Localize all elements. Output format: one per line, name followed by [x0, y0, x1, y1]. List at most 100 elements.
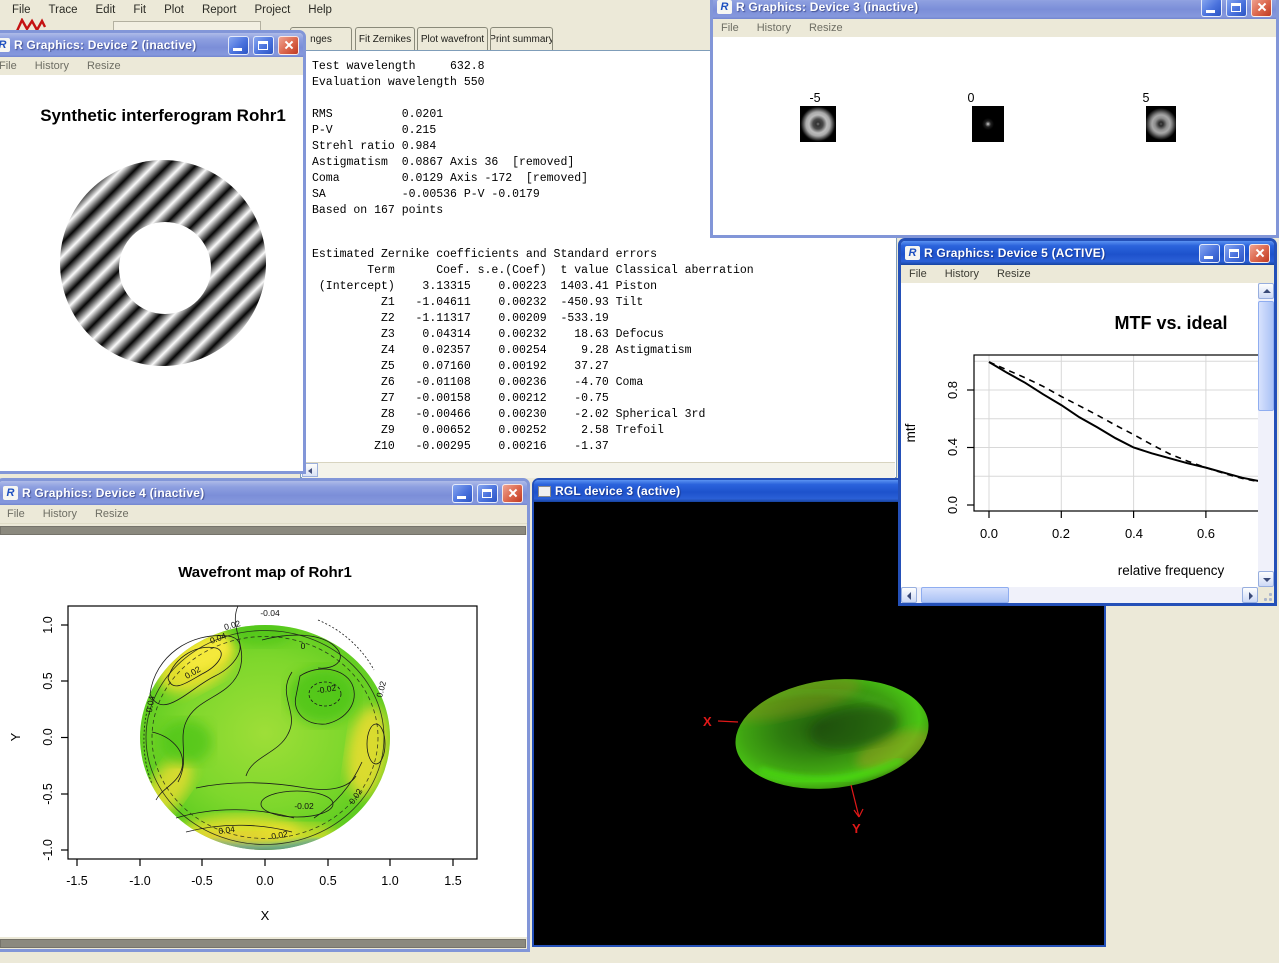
close-button[interactable]: [1251, 0, 1272, 17]
maximize-button[interactable]: [1226, 0, 1247, 17]
menu-item-report[interactable]: Report: [194, 2, 245, 18]
maximize-button[interactable]: [253, 36, 274, 55]
device5-titlebar[interactable]: R R Graphics: Device 5 (ACTIVE): [901, 241, 1274, 265]
resize-grip[interactable]: [1258, 587, 1274, 603]
scroll-up-button[interactable]: [1258, 283, 1274, 299]
minimize-button[interactable]: [228, 36, 249, 55]
device5-menu-file[interactable]: File: [909, 268, 927, 280]
x-tick: -1.0: [129, 874, 151, 888]
scroll-down-button[interactable]: [1258, 571, 1274, 587]
star-test-label-0: 0: [955, 91, 987, 105]
x-tick: -0.5: [191, 874, 213, 888]
device4-bottom-scrollbar[interactable]: [0, 939, 526, 948]
maximize-button[interactable]: [1224, 244, 1245, 263]
rgl-window-icon: [538, 486, 551, 497]
device2-canvas: Synthetic interferogram Rohr1: [0, 75, 303, 471]
close-icon: [1256, 1, 1268, 13]
close-button[interactable]: [1249, 244, 1270, 263]
y-tick: 0.8: [945, 381, 960, 399]
vertical-scroll-thumb[interactable]: [1258, 301, 1274, 411]
device2-menu-resize[interactable]: Resize: [87, 60, 121, 72]
device5-canvas: MTF vs. ideal: [901, 283, 1258, 587]
tab-fit-zernikes[interactable]: Fit Zernikes: [355, 27, 415, 50]
device2-title: R Graphics: Device 2 (inactive): [14, 38, 224, 52]
report-horizontal-scrollbar[interactable]: [302, 462, 895, 478]
close-icon: [283, 39, 295, 51]
tab-plot-wavefront[interactable]: Plot wavefront: [417, 27, 488, 50]
arrow-up-icon: [1263, 289, 1271, 293]
device5-menu-history[interactable]: History: [945, 268, 979, 280]
scroll-left-button[interactable]: [901, 587, 917, 603]
device3-title: R Graphics: Device 3 (inactive): [736, 0, 1197, 14]
desktop: File Trace Edit Fit Plot Report Project …: [0, 0, 1279, 963]
device3-menu-resize[interactable]: Resize: [809, 22, 843, 34]
device4-canvas: Wavefront map of Rohr1: [0, 535, 527, 937]
close-button[interactable]: [502, 484, 523, 503]
x-axis-label: X: [261, 908, 270, 923]
window-device2: R R Graphics: Device 2 (inactive) File H…: [0, 30, 306, 474]
device3-titlebar[interactable]: R R Graphics: Device 3 (inactive): [713, 0, 1276, 19]
device3-menu-file[interactable]: File: [721, 22, 739, 34]
r-logo-icon: R: [905, 246, 920, 260]
x-tick: 1.0: [381, 874, 398, 888]
wavefront-map-plot: Wavefront map of Rohr1: [0, 536, 524, 936]
tab-print-summary[interactable]: Print summary: [490, 27, 553, 50]
close-icon: [1254, 247, 1266, 259]
maximize-icon: [1229, 249, 1239, 258]
scroll-right-button[interactable]: [1242, 587, 1258, 603]
window-device4: R R Graphics: Device 4 (inactive) File H…: [0, 478, 530, 952]
device2-menu-history[interactable]: History: [35, 60, 69, 72]
menu-item-trace[interactable]: Trace: [41, 2, 86, 18]
maximize-icon: [258, 41, 268, 50]
maximize-button[interactable]: [477, 484, 498, 503]
x-tick: 0.2: [1052, 526, 1070, 541]
x-tick: 1.5: [444, 874, 461, 888]
y-axis-label: Y: [852, 821, 861, 836]
menu-item-edit[interactable]: Edit: [88, 2, 124, 18]
x-tick: 0.6: [1197, 526, 1215, 541]
menu-item-help[interactable]: Help: [300, 2, 340, 18]
x-tick: 0.0: [256, 874, 273, 888]
close-button[interactable]: [278, 36, 299, 55]
wavefront-disc: -0.04 0.02 0.04 0 0.02 -0.02 -0.04 0.02 …: [134, 606, 394, 850]
window-device3: R R Graphics: Device 3 (inactive) File H…: [710, 0, 1279, 238]
vertical-scrollbar[interactable]: [1258, 283, 1274, 587]
maximize-icon: [482, 489, 492, 498]
menu-item-plot[interactable]: Plot: [156, 2, 192, 18]
device3-menu-history[interactable]: History: [757, 22, 791, 34]
device4-title: R Graphics: Device 4 (inactive): [22, 486, 448, 500]
arrow-left-icon: [308, 468, 312, 474]
close-icon: [507, 487, 519, 499]
wavefront-disc-3d: [720, 666, 937, 800]
window-device5: R R Graphics: Device 5 (ACTIVE) File His…: [898, 238, 1277, 606]
r-logo-icon: R: [717, 0, 732, 14]
menu-item-project[interactable]: Project: [246, 2, 298, 18]
mtf-title: MTF vs. ideal: [1114, 313, 1227, 333]
wavefront-title: Wavefront map of Rohr1: [178, 564, 352, 581]
horizontal-scrollbar[interactable]: [901, 587, 1258, 603]
x-axis-label: relative frequency: [1118, 563, 1225, 578]
device4-titlebar[interactable]: R R Graphics: Device 4 (inactive): [0, 481, 527, 505]
device4-menubar: File History Resize: [0, 505, 527, 524]
device5-menu-resize[interactable]: Resize: [997, 268, 1031, 280]
device2-titlebar[interactable]: R R Graphics: Device 2 (inactive): [0, 33, 303, 57]
device4-menu-file[interactable]: File: [7, 508, 25, 520]
device4-menu-history[interactable]: History: [43, 508, 77, 520]
device2-menubar: File History Resize: [0, 57, 303, 76]
ideal-curve: [989, 362, 1258, 482]
horizontal-scroll-thumb[interactable]: [921, 587, 1009, 603]
device4-top-scrollbar[interactable]: [0, 526, 526, 535]
minimize-button[interactable]: [1201, 0, 1222, 17]
contour-label: 0.02: [374, 680, 388, 699]
x-axis-label: X: [703, 714, 712, 729]
r-logo-icon: R: [0, 38, 10, 52]
menu-item-fit[interactable]: Fit: [125, 2, 154, 18]
device4-menu-resize[interactable]: Resize: [95, 508, 129, 520]
device2-menu-file[interactable]: File: [0, 60, 17, 72]
device3-menubar: File History Resize: [713, 19, 1276, 38]
mtf-plot: MTF vs. ideal: [901, 283, 1258, 587]
minimize-button[interactable]: [1199, 244, 1220, 263]
star-test-label-5: 5: [1131, 91, 1161, 105]
menu-item-file[interactable]: File: [4, 2, 39, 18]
minimize-button[interactable]: [452, 484, 473, 503]
